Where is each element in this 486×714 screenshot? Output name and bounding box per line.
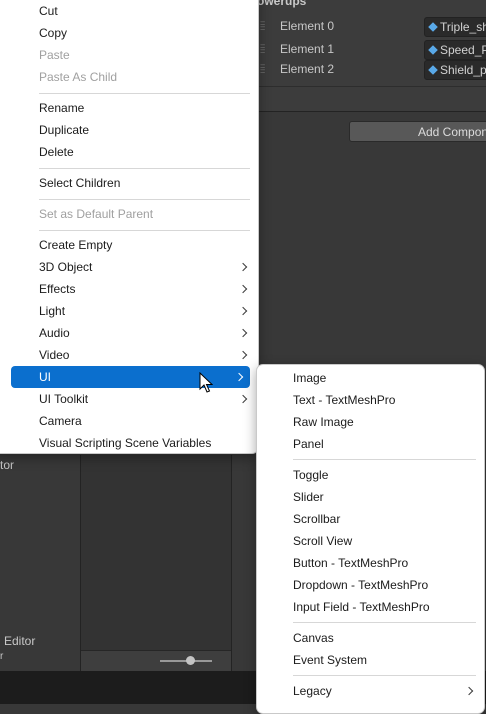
menu-item-rename[interactable]: Rename — [0, 97, 258, 119]
chevron-right-icon — [464, 686, 474, 696]
menu-item-camera[interactable]: Camera — [0, 410, 258, 432]
menu-item-set-default-parent: Set as Default Parent — [39, 207, 154, 221]
chevron-right-icon — [238, 284, 248, 294]
menu-item-ui-toolkit[interactable]: UI Toolkit — [0, 388, 258, 410]
object-field[interactable]: Triple_sh — [424, 17, 486, 37]
panel-label: Editor — [4, 634, 36, 648]
element-label: Element 1 — [280, 42, 335, 56]
menu-item-delete[interactable]: Delete — [0, 141, 258, 163]
menu-item-paste: Paste — [39, 48, 70, 62]
prefab-cube-icon — [428, 45, 438, 55]
object-field-value: Speed_P — [440, 43, 486, 57]
menu-item-select-children[interactable]: Select Children — [0, 172, 258, 194]
list-element-row[interactable]: = = Element 1 Speed_P — [257, 40, 486, 60]
list-element-row[interactable]: = = Element 0 Triple_sh — [257, 17, 486, 37]
element-label: Element 2 — [280, 62, 335, 76]
menu-item-visual-scripting-scene-variables[interactable]: Visual Scripting Scene Variables — [0, 432, 258, 454]
object-field[interactable]: Shield_p — [424, 60, 486, 80]
menu-item-copy[interactable]: Copy — [0, 22, 258, 44]
panel-label: r — [0, 651, 4, 662]
drag-handle-icon[interactable]: = = — [260, 19, 266, 33]
menu-item-paste-as-child: Paste As Child — [39, 70, 118, 84]
chevron-right-icon — [234, 372, 244, 382]
menu-separator — [293, 459, 476, 460]
submenu-item-canvas[interactable]: Canvas — [257, 627, 484, 649]
menu-item-cut[interactable]: Cut — [0, 0, 258, 22]
prefab-cube-icon — [428, 22, 438, 32]
submenu-item-input-field-textmeshpro[interactable]: Input Field - TextMeshPro — [257, 596, 484, 618]
menu-item-effects[interactable]: Effects — [0, 278, 258, 300]
menu-item-3d-object[interactable]: 3D Object — [0, 256, 258, 278]
list-element-row[interactable]: = = Element 2 Shield_p — [257, 60, 486, 80]
submenu-item-text-textmeshpro[interactable]: Text - TextMeshPro — [257, 389, 484, 411]
chevron-right-icon — [238, 394, 248, 404]
submenu-item-event-system[interactable]: Event System — [257, 649, 484, 671]
menu-item-ui[interactable]: UI — [11, 366, 250, 388]
divider — [255, 86, 486, 87]
menu-item-video[interactable]: Video — [0, 344, 258, 366]
submenu-item-scroll-view[interactable]: Scroll View — [257, 530, 484, 552]
mouse-pointer-icon — [199, 372, 213, 393]
ui-submenu: Image Text - TextMeshPro Raw Image Panel… — [256, 364, 485, 714]
divider — [255, 111, 486, 112]
submenu-item-button-textmeshpro[interactable]: Button - TextMeshPro — [257, 552, 484, 574]
submenu-item-toggle[interactable]: Toggle — [257, 464, 484, 486]
menu-separator — [39, 199, 250, 200]
drag-handle-icon[interactable]: = = — [260, 62, 266, 76]
chevron-right-icon — [238, 262, 248, 272]
element-label: Element 0 — [280, 19, 335, 33]
menu-item-light[interactable]: Light — [0, 300, 258, 322]
submenu-item-slider[interactable]: Slider — [257, 486, 484, 508]
submenu-item-scrollbar[interactable]: Scrollbar — [257, 508, 484, 530]
chevron-right-icon — [238, 350, 248, 360]
submenu-item-panel[interactable]: Panel — [257, 433, 484, 455]
menu-separator — [293, 622, 476, 623]
hierarchy-context-menu: Cut Copy Paste Paste As Child Rename Dup… — [0, 0, 259, 454]
menu-item-audio[interactable]: Audio — [0, 322, 258, 344]
panel-label: tor — [0, 458, 15, 472]
menu-separator — [39, 168, 250, 169]
submenu-item-legacy[interactable]: Legacy — [257, 680, 484, 702]
project-panel — [81, 455, 232, 671]
menu-item-duplicate[interactable]: Duplicate — [0, 119, 258, 141]
drag-handle-icon[interactable]: = = — [260, 42, 266, 56]
chevron-right-icon — [238, 328, 248, 338]
menu-separator — [39, 230, 250, 231]
menu-separator — [39, 93, 250, 94]
powerups-list-header[interactable]: owerups — [257, 0, 306, 8]
menu-separator — [293, 675, 476, 676]
object-field-value: Triple_sh — [440, 20, 486, 34]
menu-item-create-empty[interactable]: Create Empty — [0, 234, 258, 256]
chevron-right-icon — [238, 306, 248, 316]
submenu-item-raw-image[interactable]: Raw Image — [257, 411, 484, 433]
prefab-cube-icon — [428, 65, 438, 75]
submenu-item-image[interactable]: Image — [257, 367, 484, 389]
object-field-value: Shield_p — [440, 63, 486, 77]
object-field[interactable]: Speed_P — [424, 40, 486, 60]
add-component-button[interactable]: Add Compon — [349, 121, 486, 142]
submenu-item-dropdown-textmeshpro[interactable]: Dropdown - TextMeshPro — [257, 574, 484, 596]
zoom-slider-handle[interactable] — [186, 656, 195, 665]
